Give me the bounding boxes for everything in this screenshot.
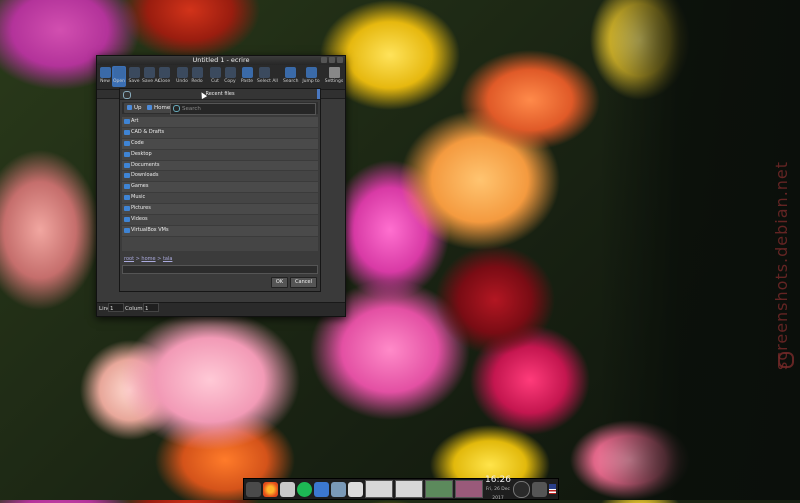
jump-icon	[305, 67, 317, 78]
keyboard-layout-flag-icon[interactable]	[548, 484, 556, 494]
firefox-icon[interactable]	[263, 481, 278, 497]
redo-icon	[191, 67, 203, 78]
watermark-logo	[778, 352, 794, 368]
toolbar-search-button[interactable]: Search	[283, 66, 298, 87]
filename-input[interactable]	[122, 265, 318, 274]
folder-icon	[124, 217, 130, 223]
dialog-header: Recent files	[120, 89, 320, 100]
toolbar-paste-button[interactable]: Paste	[240, 66, 254, 87]
dialog-nav-row: Up Home Search	[122, 102, 318, 115]
header-scrollbar[interactable]	[317, 89, 320, 99]
volume-icon[interactable]	[531, 481, 547, 497]
select-all-icon	[258, 67, 270, 78]
main-toolbar: New Open Save Save As Close Undo Redo Cu…	[97, 65, 345, 90]
breadcrumb-root[interactable]: root	[124, 256, 134, 262]
file-manager-icon[interactable]	[246, 481, 261, 497]
list-item[interactable]: Pictures	[122, 204, 318, 216]
toolbar-save-as-button[interactable]: Save As	[142, 66, 160, 87]
cancel-button[interactable]: Cancel	[290, 277, 317, 288]
thunderbird-icon[interactable]	[331, 481, 346, 497]
search-icon	[284, 67, 296, 78]
list-item[interactable]: VirtualBox VMs	[122, 225, 318, 237]
list-item[interactable]: Art	[122, 117, 318, 128]
folder-icon	[124, 162, 130, 168]
list-item[interactable]: Documents	[122, 160, 318, 172]
toolbar-undo-button[interactable]: Undo	[175, 66, 189, 87]
search-icon	[173, 105, 180, 112]
watermark-text: screenshots.debian.net	[772, 160, 791, 370]
window-title: Untitled 1 - ecrire	[192, 56, 250, 64]
list-item[interactable]: Downloads	[122, 171, 318, 183]
folder-icon	[124, 119, 130, 124]
file-selector-dialog: Recent files Up Home Search Art CAD & Dr…	[119, 88, 321, 292]
toolbar-jump-button[interactable]: Jump to	[300, 66, 322, 87]
folder-icon	[124, 206, 130, 212]
title-bar[interactable]: Untitled 1 - ecrire	[97, 56, 345, 65]
toolbar-save-button[interactable]: Save	[127, 66, 141, 87]
home-icon	[147, 105, 152, 110]
home-button[interactable]: Home	[144, 103, 174, 113]
recent-files-button[interactable]: Recent files	[120, 89, 320, 99]
chat-icon[interactable]	[314, 481, 329, 497]
open-folder-icon	[113, 67, 125, 78]
breadcrumb: root > home > tala	[124, 256, 173, 262]
minimize-icon[interactable]	[321, 57, 327, 63]
task-window-1[interactable]	[365, 480, 393, 498]
arrow-up-icon	[127, 105, 132, 110]
list-item[interactable]: Desktop	[122, 150, 318, 161]
paste-icon	[241, 67, 253, 78]
wallpaper-shadow	[600, 0, 800, 500]
column-value: 1	[145, 306, 149, 312]
toolbar-new-button[interactable]: New	[98, 66, 112, 87]
task-window-3[interactable]	[425, 480, 453, 498]
folder-list: Art CAD & Drafts Code Desktop Documents …	[122, 117, 318, 251]
clock-time: 16:26	[485, 474, 511, 485]
up-button[interactable]: Up	[124, 103, 145, 113]
cut-icon	[209, 67, 221, 78]
list-item[interactable]: Music	[122, 193, 318, 205]
status-bar: Line 1 Column 1	[97, 302, 345, 316]
task-window-4[interactable]	[455, 480, 483, 498]
toolbar-cut-button[interactable]: Cut	[208, 66, 222, 87]
breadcrumb-user[interactable]: tala	[163, 256, 172, 262]
spotify-icon[interactable]	[297, 481, 312, 497]
toolbar-settings-button[interactable]: Settings	[323, 66, 345, 87]
list-item[interactable]: Code	[122, 138, 318, 150]
folder-icon	[124, 151, 130, 157]
folder-icon	[124, 227, 130, 233]
new-file-icon	[99, 67, 111, 78]
list-item[interactable]: Games	[122, 182, 318, 194]
maximize-icon[interactable]	[329, 57, 335, 63]
list-item[interactable]: CAD & Drafts	[122, 128, 318, 139]
folder-icon	[124, 140, 130, 146]
folder-icon	[124, 173, 130, 179]
undo-icon	[176, 67, 188, 78]
editor-icon[interactable]	[348, 481, 363, 497]
toolbar-select-all-button[interactable]: Select All	[257, 66, 278, 87]
close-doc-icon	[158, 67, 170, 78]
terminal-icon[interactable]	[280, 481, 295, 497]
folder-icon	[124, 129, 130, 135]
line-value: 1	[110, 306, 114, 312]
clock-widget-icon[interactable]	[512, 480, 530, 498]
toolbar-redo-button[interactable]: Redo	[190, 66, 204, 87]
toolbar-copy-button[interactable]: Copy	[223, 66, 237, 87]
toolbar-close-button[interactable]: Close	[157, 66, 171, 87]
search-input[interactable]: Search	[170, 103, 316, 115]
close-icon[interactable]	[337, 57, 343, 63]
taskbar: 16:26 Fri, 26 Dec 2017	[243, 474, 559, 503]
toolbar-open-button[interactable]: Open	[112, 66, 126, 87]
list-item[interactable]: Videos	[122, 215, 318, 226]
copy-icon	[224, 67, 236, 78]
folder-icon	[124, 195, 130, 201]
save-as-icon	[143, 67, 155, 78]
folder-icon	[124, 184, 130, 190]
task-window-2[interactable]	[395, 480, 423, 498]
breadcrumb-home[interactable]: home	[141, 256, 155, 262]
save-icon	[128, 67, 140, 78]
ok-button[interactable]: OK	[270, 277, 289, 288]
clock[interactable]: 16:26 Fri, 26 Dec 2017	[485, 474, 511, 503]
settings-icon	[328, 67, 340, 78]
